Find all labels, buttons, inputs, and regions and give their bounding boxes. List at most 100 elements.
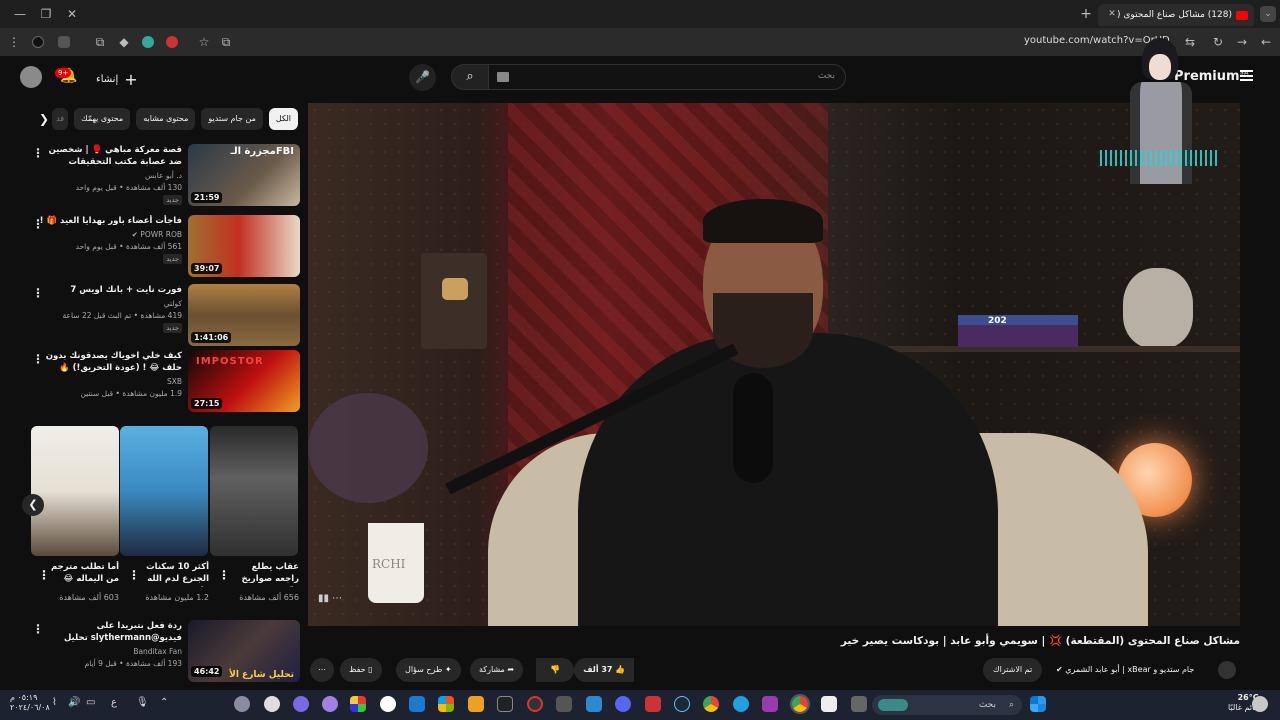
app-icon[interactable] — [234, 696, 250, 712]
keyboard-icon[interactable] — [497, 72, 509, 82]
app-icon[interactable] — [556, 696, 572, 712]
more-actions-icon[interactable]: ⋮ — [32, 146, 44, 160]
tab-list-icon[interactable]: ⌄ — [1260, 6, 1276, 22]
short-thumbnail[interactable] — [31, 426, 119, 556]
dislike-button[interactable]: 👎 — [536, 658, 574, 682]
forward-icon[interactable]: ← — [1258, 34, 1274, 50]
player-control-icon[interactable]: ▮▮ ⋯ — [318, 593, 342, 604]
taskbar-search[interactable]: بحث ⌕ — [872, 695, 1022, 715]
back-icon[interactable]: → — [1234, 34, 1250, 50]
app-icon[interactable] — [409, 696, 425, 712]
video-thumbnail[interactable]: 39:07 — [188, 215, 300, 277]
share-page-icon[interactable]: ⧉ — [218, 34, 234, 50]
search-button[interactable]: ⌕ — [451, 64, 489, 90]
office-icon[interactable] — [438, 696, 454, 712]
create-button[interactable]: إنشاء + — [96, 70, 138, 89]
extension-icon[interactable] — [32, 36, 44, 48]
like-button[interactable]: 👍 37 ألف — [574, 658, 634, 682]
channel-names[interactable]: جام ستديو و xBear | أبو عابد الشمري ✔ — [1056, 665, 1194, 674]
app-icon[interactable] — [293, 696, 309, 712]
more-actions-icon[interactable]: ⋮ — [38, 568, 50, 582]
guide-menu-icon[interactable] — [1240, 70, 1253, 81]
app-icon[interactable] — [350, 696, 366, 712]
close-window-icon[interactable]: ✕ — [64, 6, 80, 22]
short-thumbnail[interactable] — [210, 426, 298, 556]
system-clock[interactable]: ٠٥:١٩ م ٢٠٢٤/٠٦/٠٨ — [10, 693, 50, 713]
chip-partial[interactable]: فد — [52, 108, 69, 130]
battery-icon[interactable]: ▭ — [86, 697, 95, 708]
save-button[interactable]: ▯ حفظ — [340, 658, 382, 682]
language-indicator[interactable]: ع — [111, 697, 117, 708]
share-button[interactable]: ➦ مشاركة — [470, 658, 524, 682]
more-actions-icon[interactable]: ⋮ — [32, 352, 44, 366]
extension-icon[interactable] — [142, 36, 154, 48]
extensions-puzzle-icon[interactable]: ⧉ — [92, 34, 108, 50]
chip-all[interactable]: الكل — [268, 108, 298, 130]
steam-icon[interactable] — [674, 696, 690, 712]
recommendation-item[interactable]: تحليل شارع الأ 46:42 ردة فعل بتبريدا على… — [22, 620, 300, 684]
video-thumbnail[interactable]: 1:41:06 — [188, 284, 300, 346]
tray-overflow-icon[interactable]: ⌃ — [160, 697, 168, 708]
recommendation-item[interactable]: 39:07 فاجأت أعضاء باور بهدايا العيد 🎁 ! … — [22, 215, 300, 279]
more-options-button[interactable]: ⋯ — [310, 658, 334, 682]
app-icon[interactable] — [645, 696, 661, 712]
more-actions-icon[interactable]: ⋮ — [32, 622, 44, 636]
network-icon[interactable]: ⌇ — [52, 697, 57, 708]
short-title[interactable]: عقاب يطلع راجعه صواريخ ولكن.... — [227, 561, 299, 587]
channel-avatar[interactable] — [1218, 661, 1236, 679]
close-tab-icon[interactable]: ✕ — [1104, 6, 1120, 22]
start-windows-icon[interactable] — [1030, 696, 1046, 712]
video-title[interactable]: ردة فعل بتبريدا على فيديو@slythermann تح… — [34, 620, 182, 644]
channel-name[interactable]: Banditax Fan — [34, 647, 182, 656]
extension-icon[interactable] — [58, 36, 70, 48]
app-icon[interactable] — [586, 696, 602, 712]
chip-from-channel[interactable]: من جام ستديو — [201, 108, 263, 130]
discord-icon[interactable] — [615, 696, 631, 712]
more-actions-icon[interactable]: ⋮ — [32, 217, 44, 231]
epic-games-icon[interactable] — [497, 696, 513, 712]
channel-name[interactable]: POWR ROB ✔ — [34, 230, 182, 239]
short-title[interactable]: أكثر 10 سكنات الجنرع لدم الله ما... — [137, 561, 209, 587]
channel-name[interactable]: د. أبو عابس — [34, 171, 182, 180]
chip-for-you[interactable]: محتوى يهمّك — [74, 108, 131, 130]
volume-icon[interactable]: 🔊 — [68, 697, 80, 708]
app-icon[interactable] — [821, 696, 837, 712]
recommendation-item[interactable]: IMPOSTOR 27:15 كيف خلي اخوياك يصدقونك بد… — [22, 350, 300, 414]
short-title[interactable]: أما تطلب مترجم من اليماله 😂 — [47, 561, 119, 587]
edge-icon[interactable] — [733, 696, 749, 712]
more-actions-icon[interactable]: ⋮ — [128, 568, 140, 582]
app-icon[interactable] — [527, 696, 543, 712]
app-icon[interactable] — [380, 696, 396, 712]
extension-icon[interactable] — [166, 36, 178, 48]
obs-icon[interactable] — [264, 696, 280, 712]
bookmark-star-icon[interactable]: ☆ — [196, 34, 212, 50]
app-icon[interactable] — [468, 696, 484, 712]
extension-icon[interactable]: ◆ — [116, 34, 132, 50]
chip-related[interactable]: محتوى مشابه — [136, 108, 196, 130]
app-icon[interactable] — [762, 696, 778, 712]
new-tab-icon[interactable]: + — [1078, 6, 1094, 22]
search-input[interactable]: بحث — [488, 64, 846, 90]
subscribed-button[interactable]: تم الاشتراك — [983, 658, 1043, 682]
task-view-icon[interactable] — [851, 696, 867, 712]
restore-icon[interactable]: ❐ — [38, 6, 54, 22]
chrome-icon[interactable] — [703, 696, 719, 712]
short-thumbnail[interactable] — [120, 426, 208, 556]
channel-name[interactable]: كولتي — [34, 299, 182, 308]
ask-button[interactable]: ✦ طرح سؤال — [396, 658, 461, 682]
account-avatar[interactable] — [20, 66, 42, 88]
more-actions-icon[interactable]: ⋮ — [32, 286, 44, 300]
more-actions-icon[interactable]: ⋮ — [218, 568, 230, 582]
video-thumbnail[interactable]: مجزرة الـFBI 21:59 — [188, 144, 300, 206]
browser-tab[interactable]: (128) مشاكل صناع المحتوى ( — [1098, 4, 1254, 26]
app-icon[interactable] — [322, 696, 338, 712]
voice-search-mic-icon[interactable]: 🎤 — [409, 64, 436, 91]
video-title[interactable]: فورت نايت + بانك اويس 7 — [34, 284, 182, 296]
minimize-icon[interactable]: — — [12, 6, 28, 22]
recommendation-item[interactable]: 1:41:06 فورت نايت + بانك اويس 7 كولتي 41… — [22, 284, 300, 348]
channel-name[interactable]: SXB — [34, 377, 182, 386]
video-thumbnail[interactable]: تحليل شارع الأ 46:42 — [188, 620, 300, 682]
browser-menu-icon[interactable]: ⋮ — [6, 34, 22, 50]
video-title[interactable]: قصة معركة مباهي 🥊 | شخصين ضد عصابة مكتب … — [34, 144, 182, 168]
video-thumbnail[interactable]: IMPOSTOR 27:15 — [188, 350, 300, 412]
